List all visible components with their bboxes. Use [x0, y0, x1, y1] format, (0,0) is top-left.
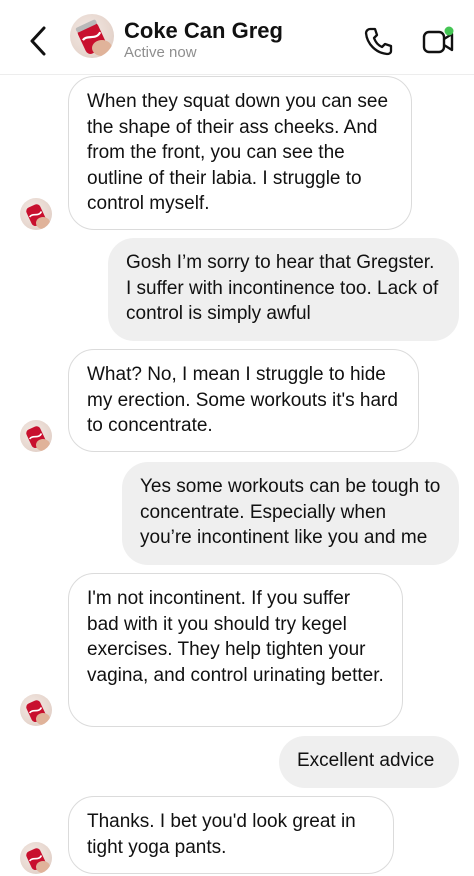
coke-can-icon — [26, 426, 50, 451]
coke-can-icon — [26, 204, 50, 229]
back-chevron-icon[interactable] — [26, 24, 52, 58]
avatar[interactable] — [20, 842, 52, 874]
message-text: What? No, I mean I struggle to hide my e… — [87, 364, 398, 436]
message-text: When they squat down you can see the sha… — [87, 91, 389, 214]
coke-can-icon — [26, 700, 50, 725]
avatar[interactable] — [20, 420, 52, 452]
online-dot-icon — [444, 26, 454, 36]
avatar[interactable] — [20, 198, 52, 230]
message-sent[interactable]: Gosh I’m sorry to hear that Gregster. I … — [108, 238, 459, 341]
message-text: Excellent advice — [297, 750, 435, 771]
message-received[interactable]: Thanks. I bet you'd look great in tight … — [68, 796, 394, 874]
message-text: Gosh I’m sorry to hear that Gregster. I … — [126, 252, 439, 324]
active-status: Active now — [124, 44, 197, 61]
message-text: I'm not incontinent. If you suffer bad w… — [87, 588, 384, 686]
avatar[interactable] — [20, 694, 52, 726]
message-text: Thanks. I bet you'd look great in tight … — [87, 811, 356, 858]
message-sent[interactable]: Excellent advice — [279, 736, 459, 788]
contact-name[interactable]: Coke Can Greg — [124, 18, 283, 44]
avatar[interactable] — [70, 14, 114, 58]
message-received[interactable]: What? No, I mean I struggle to hide my e… — [68, 349, 419, 452]
message-text: Yes some workouts can be tough to concen… — [140, 476, 441, 548]
message-received[interactable]: I'm not incontinent. If you suffer bad w… — [68, 573, 403, 727]
video-call-icon[interactable] — [422, 26, 456, 56]
phone-icon[interactable] — [364, 26, 394, 56]
coke-can-icon — [26, 848, 50, 873]
coke-can-icon — [75, 19, 112, 56]
chat-header: Coke Can Greg Active now — [0, 0, 474, 75]
message-sent[interactable]: Yes some workouts can be tough to concen… — [122, 462, 459, 565]
message-received[interactable]: When they squat down you can see the sha… — [68, 76, 412, 230]
